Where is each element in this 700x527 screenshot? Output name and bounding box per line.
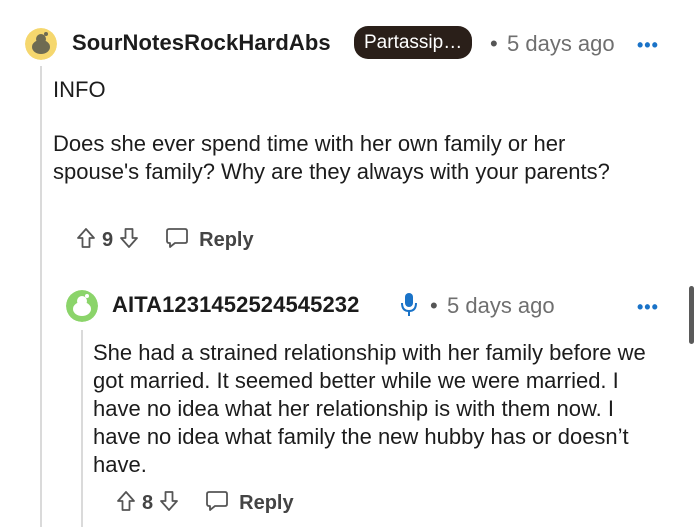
reply-bubble-icon[interactable] bbox=[205, 490, 229, 517]
reply-thread-line bbox=[81, 330, 83, 527]
comment-paragraph: Does she ever spend time with her own fa… bbox=[53, 131, 610, 184]
more-options-icon[interactable]: ••• bbox=[637, 35, 659, 56]
downvote-icon[interactable] bbox=[119, 227, 139, 254]
separator-dot: • bbox=[490, 31, 498, 56]
avatar[interactable] bbox=[25, 28, 57, 60]
reply-button[interactable]: Reply bbox=[199, 229, 253, 252]
username[interactable]: SourNotesRockHardAbs bbox=[72, 30, 331, 56]
comment-paragraph: INFO bbox=[53, 77, 106, 102]
reply-bubble-icon[interactable] bbox=[165, 227, 189, 254]
timestamp: 5 days ago bbox=[507, 31, 615, 56]
more-options-icon[interactable]: ••• bbox=[637, 297, 659, 318]
vote-count: 8 bbox=[142, 492, 154, 514]
user-flair: Partassip… bbox=[354, 26, 473, 59]
reply-body: She had a strained relationship with her… bbox=[93, 340, 646, 477]
comment-body: INFO Does she ever spend time with her o… bbox=[53, 76, 653, 186]
microphone-icon bbox=[400, 292, 418, 323]
timestamp: 5 days ago bbox=[447, 293, 555, 318]
upvote-icon[interactable] bbox=[76, 227, 96, 254]
vote-bar: 8 Reply bbox=[116, 490, 294, 517]
downvote-icon[interactable] bbox=[159, 490, 179, 517]
avatar[interactable] bbox=[66, 290, 98, 322]
vote-bar: 9 Reply bbox=[76, 227, 254, 254]
upvote-icon[interactable] bbox=[116, 490, 136, 517]
thread-line bbox=[40, 66, 42, 527]
reply-button[interactable]: Reply bbox=[239, 492, 293, 515]
vote-count: 9 bbox=[102, 229, 114, 251]
scrollbar[interactable] bbox=[689, 286, 694, 344]
username[interactable]: AITA1231452524545232 bbox=[112, 292, 359, 318]
separator-dot: • bbox=[430, 293, 438, 318]
